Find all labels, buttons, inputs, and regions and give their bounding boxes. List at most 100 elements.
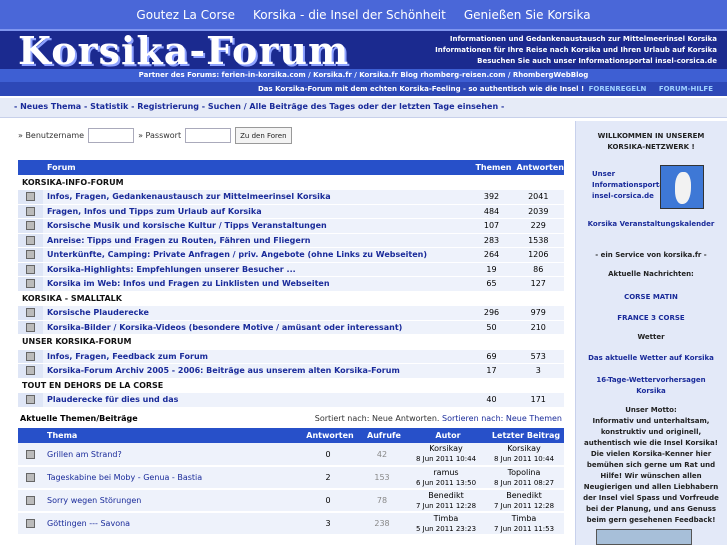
forum-name-link[interactable]: Infos, Fragen, Gedankenaustausch zur Mit… [43,189,471,205]
forum-antworten-count: 3 [512,363,564,379]
site-logo[interactable]: Korsika-Forum [18,31,349,71]
forum-status-icon [18,349,43,364]
forum-row[interactable]: Korsika-Highlights: Empfehlungen unserer… [18,262,564,277]
col-aufrufe: Aufrufe [356,428,408,443]
topic-last-post[interactable]: Korsikay 8 Jun 2011 10:44 [484,443,564,467]
forum-name-link[interactable]: Plauderecke für dies und das [43,392,471,408]
login-form: » Benutzername » Passwort Zu den Foren [18,127,292,144]
forum-name-link[interactable]: Korsika-Bilder / Korsika-Videos (besonde… [43,320,471,335]
last-post-author[interactable]: Timba [512,514,537,523]
forum-row[interactable]: Fragen, Infos und Tipps zum Urlaub auf K… [18,204,564,219]
forum-name-link[interactable]: Fragen, Infos und Tipps zum Urlaub auf K… [43,204,471,219]
author-name[interactable]: Timba [434,514,459,523]
partners-bar[interactable]: Partner des Forums: ferien-in-korsika.co… [0,69,727,82]
topic-row[interactable]: Tageskabine bei Moby - Genua - Bastia 2 15… [18,466,564,490]
forum-name-link[interactable]: Korsika-Highlights: Empfehlungen unserer… [43,262,471,277]
forum-status-icon [18,218,43,234]
tagline-link[interactable]: Besuchen Sie auch unser Informationsport… [435,56,717,67]
sort-link[interactable]: Sortieren nach: Neue Themen [442,414,562,423]
topic-row[interactable]: Göttingen --- Savona 3 238 Timba 5 Jun 2011 … [18,512,564,536]
topic-status-icon [18,489,43,513]
topic-title-link[interactable]: Sorry wegen Störungen [43,489,300,513]
category-title: KORSIKA-INFO-FORUM [18,175,564,190]
forum-name-link[interactable]: Anreise: Tipps und Fragen zu Routen, Fäh… [43,233,471,248]
forum-row[interactable]: Infos, Fragen, Gedankenaustausch zur Mit… [18,189,564,205]
forum-row[interactable]: Korsika im Web: Infos und Fragen zu Link… [18,276,564,292]
forum-antworten-count: 573 [512,349,564,364]
topic-last-post[interactable]: Topolina 8 Jun 2011 08:27 [484,466,564,490]
topic-title-link[interactable]: Göttingen --- Savona [43,512,300,536]
category-title: KORSIKA - SMALLTALK [18,291,564,306]
topic-author[interactable]: Korsikay 8 Jun 2011 10:44 [408,443,484,467]
login-button[interactable]: Zu den Foren [235,127,292,144]
topic-author[interactable]: ramus 6 Jun 2011 13:50 [408,466,484,490]
forum-row[interactable]: Korsika-Forum Archiv 2005 - 2006: Beiträ… [18,363,564,379]
forum-status-icon [18,233,43,248]
topic-status-icon [18,466,43,490]
news-link-corse-matin[interactable]: CORSE MATIN [582,292,720,303]
topic-title-link[interactable]: Tageskabine bei Moby - Genua - Bastia [43,466,300,490]
forum-themen-count: 283 [470,233,513,248]
topic-last-post[interactable]: Timba 7 Jun 2011 11:53 [484,512,564,536]
topic-antworten: 0 [300,489,356,513]
nav-link-goutez[interactable]: Goutez La Corse [136,8,235,22]
nav-link-insel[interactable]: Korsika - die Insel der Schönheit [253,8,446,22]
last-post-date: 7 Jun 2011 12:28 [493,501,555,510]
forum-rules-link[interactable]: FORENREGELN [589,85,647,93]
last-post-author[interactable]: Topolina [508,468,541,477]
news-link-france3[interactable]: FRANCE 3 CORSE [582,313,720,324]
author-name[interactable]: Korsikay [429,444,463,453]
forum-name-link[interactable]: Korsika-Forum Archiv 2005 - 2006: Beiträ… [43,363,471,379]
topic-title-link[interactable]: Grillen am Strand? [43,443,300,467]
kalender-link[interactable]: Korsika Veranstaltungskalender [582,219,720,230]
tagline-line: Informationen und Gedankenaustausch zur … [449,35,717,43]
topic-row[interactable]: Sorry wegen Störungen 0 78 Benedikt 7 Jun 20… [18,489,564,513]
forum-row[interactable]: Plauderecke für dies und das 40 171 [18,392,564,408]
col-forum: Forum [43,160,471,175]
nav-link-geniessen[interactable]: Genießen Sie Korsika [464,8,591,22]
forum-row[interactable]: Unterkünfte, Camping: Private Anfragen /… [18,247,564,263]
forum-themen-count: 107 [470,218,513,234]
weather-link-forecast[interactable]: 16-Tage-Wettervorhersagen Korsika [582,375,720,397]
slogan-text: Das Korsika-Forum mit dem echten Korsika… [258,85,585,93]
sidebar-welcome: WILLKOMMEN IN UNSEREM KORSIKA-NETZWERK ! [597,132,705,151]
topic-row[interactable]: Grillen am Strand? 0 42 Korsikay 8 Jun 2011 … [18,443,564,467]
author-name[interactable]: ramus [433,468,458,477]
forum-row[interactable]: Infos, Fragen, Feedback zum Forum 69 573 [18,349,564,364]
corsica-map-icon[interactable] [660,165,704,209]
password-input[interactable] [185,128,232,143]
forum-status-icon [18,262,43,277]
topic-aufrufe: 78 [356,489,408,513]
forum-name-link[interactable]: Infos, Fragen, Feedback zum Forum [43,349,471,364]
breadcrumb-nav[interactable]: - Neues Thema - Statistik - Registrierun… [0,98,727,118]
col-thema: Thema [43,428,300,443]
topic-author[interactable]: Benedikt 7 Jun 2011 12:28 [408,489,484,513]
username-input[interactable] [88,128,135,143]
weather-link-current[interactable]: Das aktuelle Wetter auf Korsika [582,353,720,364]
author-name[interactable]: Benedikt [428,491,463,500]
forum-name-link[interactable]: Korsische Musik und korsische Kultur / T… [43,218,471,234]
category-title: TOUT EN DEHORS DE LA CORSE [18,378,564,393]
forum-antworten-count: 229 [512,218,564,234]
forum-name-link[interactable]: Unterkünfte, Camping: Private Anfragen /… [43,247,471,263]
col-autor: Autor [408,428,484,443]
forum-antworten-count: 171 [512,392,564,408]
forum-name-link[interactable]: Korsische Plauderecke [43,305,471,321]
topic-author[interactable]: Timba 5 Jun 2011 23:23 [408,512,484,536]
forum-name-link[interactable]: Korsika im Web: Infos und Fragen zu Link… [43,276,471,292]
topic-antworten: 0 [300,443,356,467]
forum-status-icon [18,204,43,219]
topic-last-post[interactable]: Benedikt 7 Jun 2011 12:28 [484,489,564,513]
forum-row[interactable]: Anreise: Tipps und Fragen zu Routen, Fäh… [18,233,564,248]
last-post-author[interactable]: Benedikt [506,491,541,500]
col-letzter-beitrag: Letzter Beitrag [484,428,564,443]
topics-header: Aktuelle Themen/Beiträge Sortiert nach: … [18,414,564,426]
forum-row[interactable]: Korsika-Bilder / Korsika-Videos (besonde… [18,320,564,335]
forum-row[interactable]: Korsische Musik und korsische Kultur / T… [18,218,564,234]
last-post-author[interactable]: Korsikay [507,444,541,453]
topics-table: Thema Antworten Aufrufe Autor Letzter Be… [18,428,564,536]
header-banner: Korsika-Forum Informationen und Gedanken… [0,29,727,71]
forum-help-link[interactable]: FORUM-HILFE [659,85,713,93]
forum-row[interactable]: Korsische Plauderecke 296 979 [18,305,564,321]
password-label: » Passwort [138,131,182,140]
